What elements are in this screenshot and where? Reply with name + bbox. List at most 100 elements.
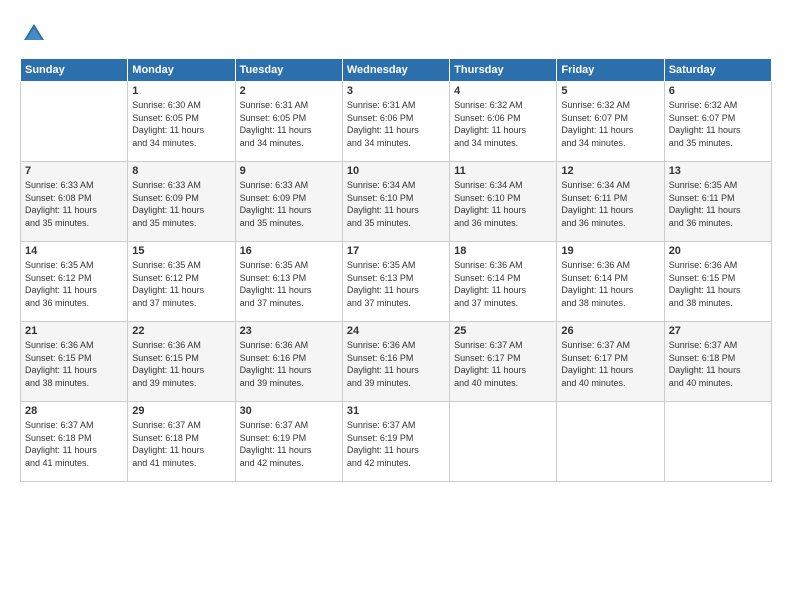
calendar-header-row: SundayMondayTuesdayWednesdayThursdayFrid… — [21, 59, 772, 82]
calendar-header-sunday: Sunday — [21, 59, 128, 82]
calendar-week-4: 21 Sunrise: 6:36 AM Sunset: 6:15 PM Dayli… — [21, 322, 772, 402]
day-number: 30 — [240, 405, 338, 417]
calendar-header-wednesday: Wednesday — [342, 59, 449, 82]
calendar-week-3: 14 Sunrise: 6:35 AM Sunset: 6:12 PM Dayli… — [21, 242, 772, 322]
calendar-cell: 22 Sunrise: 6:36 AM Sunset: 6:15 PM Dayli… — [128, 322, 235, 402]
day-number: 24 — [347, 325, 445, 337]
day-number: 23 — [240, 325, 338, 337]
day-number: 3 — [347, 85, 445, 97]
calendar-cell: 6 Sunrise: 6:32 AM Sunset: 6:07 PM Daylig… — [664, 82, 771, 162]
calendar-header-saturday: Saturday — [664, 59, 771, 82]
calendar-cell: 12 Sunrise: 6:34 AM Sunset: 6:11 PM Dayli… — [557, 162, 664, 242]
day-info: Sunrise: 6:36 AM Sunset: 6:16 PM Dayligh… — [240, 339, 338, 389]
day-number: 5 — [561, 85, 659, 97]
day-info: Sunrise: 6:37 AM Sunset: 6:19 PM Dayligh… — [347, 419, 445, 469]
day-info: Sunrise: 6:35 AM Sunset: 6:12 PM Dayligh… — [25, 259, 123, 309]
calendar-cell — [21, 82, 128, 162]
day-info: Sunrise: 6:32 AM Sunset: 6:07 PM Dayligh… — [561, 99, 659, 149]
calendar-cell: 4 Sunrise: 6:32 AM Sunset: 6:06 PM Daylig… — [450, 82, 557, 162]
day-info: Sunrise: 6:35 AM Sunset: 6:12 PM Dayligh… — [132, 259, 230, 309]
day-info: Sunrise: 6:34 AM Sunset: 6:10 PM Dayligh… — [454, 179, 552, 229]
calendar-cell: 11 Sunrise: 6:34 AM Sunset: 6:10 PM Dayli… — [450, 162, 557, 242]
day-number: 21 — [25, 325, 123, 337]
day-info: Sunrise: 6:33 AM Sunset: 6:08 PM Dayligh… — [25, 179, 123, 229]
calendar-cell: 17 Sunrise: 6:35 AM Sunset: 6:13 PM Dayli… — [342, 242, 449, 322]
day-info: Sunrise: 6:36 AM Sunset: 6:15 PM Dayligh… — [669, 259, 767, 309]
day-info: Sunrise: 6:36 AM Sunset: 6:15 PM Dayligh… — [132, 339, 230, 389]
calendar-cell: 18 Sunrise: 6:36 AM Sunset: 6:14 PM Dayli… — [450, 242, 557, 322]
header — [20, 20, 772, 48]
day-info: Sunrise: 6:37 AM Sunset: 6:19 PM Dayligh… — [240, 419, 338, 469]
day-info: Sunrise: 6:36 AM Sunset: 6:16 PM Dayligh… — [347, 339, 445, 389]
calendar-header-monday: Monday — [128, 59, 235, 82]
day-info: Sunrise: 6:34 AM Sunset: 6:11 PM Dayligh… — [561, 179, 659, 229]
calendar-cell: 27Sunrise: 6:37 AM Sunset: 6:18 PM Dayli… — [664, 322, 771, 402]
day-info: Sunrise: 6:37 AM Sunset: 6:17 PM Dayligh… — [454, 339, 552, 389]
day-info: Sunrise: 6:33 AM Sunset: 6:09 PM Dayligh… — [132, 179, 230, 229]
day-number: 22 — [132, 325, 230, 337]
calendar-cell: 20Sunrise: 6:36 AM Sunset: 6:15 PM Dayli… — [664, 242, 771, 322]
day-info: Sunrise: 6:37 AM Sunset: 6:17 PM Dayligh… — [561, 339, 659, 389]
day-number: 15 — [132, 245, 230, 257]
day-info: Sunrise: 6:37 AM Sunset: 6:18 PM Dayligh… — [25, 419, 123, 469]
calendar-cell: 9Sunrise: 6:33 AM Sunset: 6:09 PM Daylig… — [235, 162, 342, 242]
logo — [20, 20, 52, 48]
day-number: 13 — [669, 165, 767, 177]
calendar-cell: 25Sunrise: 6:37 AM Sunset: 6:17 PM Dayli… — [450, 322, 557, 402]
calendar-header-friday: Friday — [557, 59, 664, 82]
calendar-cell: 28 Sunrise: 6:37 AM Sunset: 6:18 PM Dayli… — [21, 402, 128, 482]
day-number: 2 — [240, 85, 338, 97]
day-info: Sunrise: 6:35 AM Sunset: 6:13 PM Dayligh… — [240, 259, 338, 309]
day-number: 19 — [561, 245, 659, 257]
day-number: 4 — [454, 85, 552, 97]
day-number: 16 — [240, 245, 338, 257]
day-info: Sunrise: 6:31 AM Sunset: 6:05 PM Dayligh… — [240, 99, 338, 149]
logo-icon — [20, 20, 48, 48]
day-number: 17 — [347, 245, 445, 257]
calendar-cell: 24 Sunrise: 6:36 AM Sunset: 6:16 PM Dayli… — [342, 322, 449, 402]
day-info: Sunrise: 6:32 AM Sunset: 6:06 PM Dayligh… — [454, 99, 552, 149]
calendar-cell: 23 Sunrise: 6:36 AM Sunset: 6:16 PM Dayli… — [235, 322, 342, 402]
day-info: Sunrise: 6:33 AM Sunset: 6:09 PM Dayligh… — [240, 179, 338, 229]
day-number: 11 — [454, 165, 552, 177]
day-number: 8 — [132, 165, 230, 177]
day-number: 18 — [454, 245, 552, 257]
day-number: 31 — [347, 405, 445, 417]
day-number: 12 — [561, 165, 659, 177]
calendar-table: SundayMondayTuesdayWednesdayThursdayFrid… — [20, 58, 772, 482]
day-info: Sunrise: 6:36 AM Sunset: 6:14 PM Dayligh… — [454, 259, 552, 309]
calendar-cell: 2 Sunrise: 6:31 AM Sunset: 6:05 PM Daylig… — [235, 82, 342, 162]
day-info: Sunrise: 6:35 AM Sunset: 6:13 PM Dayligh… — [347, 259, 445, 309]
day-number: 28 — [25, 405, 123, 417]
calendar-header-tuesday: Tuesday — [235, 59, 342, 82]
calendar-cell: 15 Sunrise: 6:35 AM Sunset: 6:12 PM Dayli… — [128, 242, 235, 322]
day-info: Sunrise: 6:30 AM Sunset: 6:05 PM Dayligh… — [132, 99, 230, 149]
calendar-cell: 7 Sunrise: 6:33 AM Sunset: 6:08 PM Daylig… — [21, 162, 128, 242]
day-info: Sunrise: 6:32 AM Sunset: 6:07 PM Dayligh… — [669, 99, 767, 149]
calendar-week-2: 7 Sunrise: 6:33 AM Sunset: 6:08 PM Daylig… — [21, 162, 772, 242]
day-number: 14 — [25, 245, 123, 257]
day-number: 6 — [669, 85, 767, 97]
day-number: 27 — [669, 325, 767, 337]
calendar-week-5: 28 Sunrise: 6:37 AM Sunset: 6:18 PM Dayli… — [21, 402, 772, 482]
calendar-cell: 31 Sunrise: 6:37 AM Sunset: 6:19 PM Dayli… — [342, 402, 449, 482]
calendar-cell: 5 Sunrise: 6:32 AM Sunset: 6:07 PM Daylig… — [557, 82, 664, 162]
calendar-cell: 29Sunrise: 6:37 AM Sunset: 6:18 PM Dayli… — [128, 402, 235, 482]
day-info: Sunrise: 6:34 AM Sunset: 6:10 PM Dayligh… — [347, 179, 445, 229]
calendar-cell — [450, 402, 557, 482]
calendar-cell: 3Sunrise: 6:31 AM Sunset: 6:06 PM Daylig… — [342, 82, 449, 162]
calendar-cell: 13 Sunrise: 6:35 AM Sunset: 6:11 PM Dayli… — [664, 162, 771, 242]
day-number: 7 — [25, 165, 123, 177]
calendar-cell: 21Sunrise: 6:36 AM Sunset: 6:15 PM Dayli… — [21, 322, 128, 402]
day-number: 1 — [132, 85, 230, 97]
calendar-cell: 14 Sunrise: 6:35 AM Sunset: 6:12 PM Dayli… — [21, 242, 128, 322]
day-info: Sunrise: 6:35 AM Sunset: 6:11 PM Dayligh… — [669, 179, 767, 229]
calendar-header-thursday: Thursday — [450, 59, 557, 82]
calendar-cell: 26Sunrise: 6:37 AM Sunset: 6:17 PM Dayli… — [557, 322, 664, 402]
day-info: Sunrise: 6:36 AM Sunset: 6:14 PM Dayligh… — [561, 259, 659, 309]
calendar-cell: 1 Sunrise: 6:30 AM Sunset: 6:05 PM Daylig… — [128, 82, 235, 162]
day-number: 10 — [347, 165, 445, 177]
calendar-cell: 19 Sunrise: 6:36 AM Sunset: 6:14 PM Dayli… — [557, 242, 664, 322]
calendar-page: SundayMondayTuesdayWednesdayThursdayFrid… — [0, 0, 792, 612]
day-number: 29 — [132, 405, 230, 417]
